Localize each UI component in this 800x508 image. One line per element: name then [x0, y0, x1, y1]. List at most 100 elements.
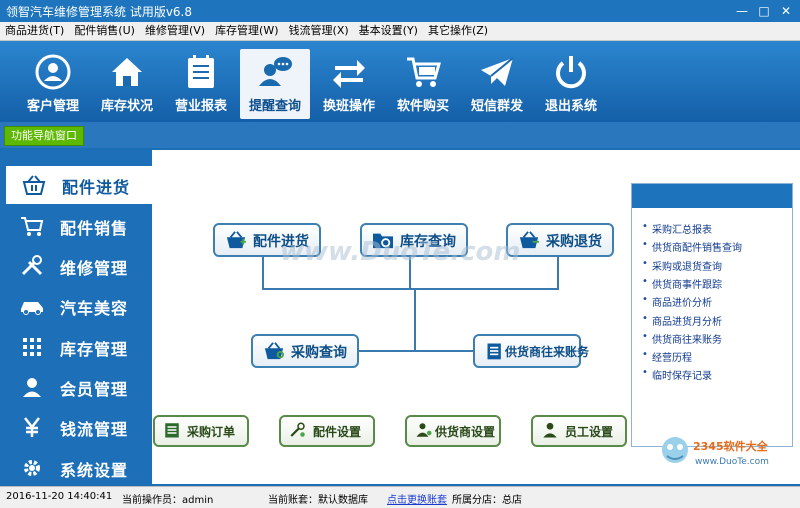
- staff-icon: [543, 422, 557, 438]
- flow-button-label: 采购退货: [546, 234, 602, 250]
- sidebar-item-label: 配件进货: [62, 178, 131, 197]
- menu-item-goods-purchase[interactable]: 商品进货(T): [0, 22, 69, 40]
- gear-icon: [24, 460, 40, 476]
- flow-supplier-account-button[interactable]: 供货商往来账务: [473, 334, 589, 368]
- toolbar-stock-status-button[interactable]: 库存状况: [92, 49, 162, 119]
- sidebar-item-parts-purchase[interactable]: 配件进货: [6, 166, 153, 204]
- svg-text:www.DuoTe.com: www.DuoTe.com: [695, 457, 769, 467]
- toolbar-sms-button[interactable]: 短信群发: [462, 49, 532, 119]
- bottom-button-label: 供货商设置: [435, 425, 496, 439]
- sidebar-item-repair[interactable]: 维修管理: [4, 247, 151, 285]
- sidebar-item-car-beauty[interactable]: 汽车美容: [4, 287, 151, 325]
- sidebar-item-label: 库存管理: [60, 340, 129, 359]
- toolbar-shift-button[interactable]: 换班操作: [314, 49, 384, 119]
- flow-button-label: 供货商往来账务: [505, 345, 590, 359]
- sidebar-item-system-settings[interactable]: 系统设置: [4, 449, 151, 487]
- link-supplier-accounts[interactable]: 供货商往来账务: [642, 331, 722, 346]
- menu-bar: 商品进货(T) 配件销售(U) 维修管理(V) 库存管理(W) 钱流管理(X) 基本设置(…: [0, 22, 800, 41]
- sidebar: 配件进货 配件销售 维修管理 汽车美容 库存管理 会员管理 钱流管理 系统设置: [0, 150, 153, 487]
- link-purchase-price-analysis[interactable]: 商品进价分析: [642, 294, 712, 309]
- grid-icon: [23, 338, 41, 356]
- sidebar-item-inventory[interactable]: 库存管理: [4, 328, 151, 366]
- menu-item-repair[interactable]: 维修管理(V): [140, 22, 210, 40]
- menu-item-settings[interactable]: 基本设置(Y): [354, 22, 423, 40]
- home-icon: [112, 58, 142, 86]
- switch-account-link[interactable]: 点击更换账套: [387, 491, 447, 506]
- link-business-history[interactable]: 经营历程: [642, 349, 692, 364]
- toolbar-label: 营业报表: [174, 99, 227, 114]
- swap-icon: [333, 60, 365, 88]
- menu-item-inventory[interactable]: 库存管理(W): [210, 22, 283, 40]
- toolbar-customer-button[interactable]: 客户管理: [18, 49, 88, 119]
- ledger-icon: [487, 343, 501, 360]
- toolbar-label: 换班操作: [322, 99, 375, 114]
- report-icon: [188, 55, 214, 88]
- link-temp-saved-records[interactable]: 临时保存记录: [642, 367, 712, 382]
- sidebar-item-label: 钱流管理: [60, 420, 129, 439]
- toolbar-report-button[interactable]: 营业报表: [166, 49, 236, 119]
- supplier-settings-button[interactable]: 供货商设置: [405, 415, 501, 447]
- sidebar-item-label: 系统设置: [60, 461, 129, 480]
- mail-icon: [481, 57, 514, 86]
- link-supplier-event-tracking[interactable]: 供货商事件跟踪: [642, 276, 722, 291]
- basket-icon: [226, 231, 246, 249]
- power-icon: [556, 56, 586, 89]
- tools-icon: [21, 255, 43, 276]
- bottom-button-label: 配件设置: [313, 425, 362, 439]
- nav-strip: [0, 122, 800, 148]
- toolbar-label: 客户管理: [26, 99, 79, 114]
- user-icon: [23, 378, 41, 397]
- toolbar-label: 短信群发: [470, 99, 523, 114]
- sidebar-item-members[interactable]: 会员管理: [4, 368, 151, 406]
- link-supplier-parts-sales-query[interactable]: 供货商配件销售查询: [642, 239, 742, 254]
- toolbar-label: 退出系统: [544, 99, 597, 114]
- toolbar-exit-button[interactable]: 退出系统: [536, 49, 606, 119]
- sidebar-item-label: 汽车美容: [60, 299, 129, 318]
- car-icon: [21, 302, 43, 315]
- sidebar-item-cashflow[interactable]: 钱流管理: [4, 408, 151, 446]
- link-monthly-purchase-analysis[interactable]: 商品进货月分析: [642, 313, 722, 328]
- menu-item-cashflow[interactable]: 钱流管理(X): [284, 22, 354, 40]
- link-purchase-summary-report[interactable]: 采购汇总报表: [642, 221, 712, 236]
- sidebar-item-label: 维修管理: [60, 259, 129, 278]
- quick-links-panel: 采购汇总报表 供货商配件销售查询 采购或退货查询 供货商事件跟踪 商品进价分析 …: [631, 183, 793, 447]
- flow-purchase-return-button[interactable]: 采购退货: [506, 223, 614, 257]
- flow-button-label: 采购查询: [291, 345, 347, 361]
- purchase-order-button[interactable]: 采购订单: [153, 415, 249, 447]
- close-button[interactable]: ✕: [776, 2, 796, 20]
- staff-settings-button[interactable]: 员工设置: [531, 415, 627, 447]
- status-bar: 2016-11-20 14:40:41 当前操作员：admin 当前账套：默认数…: [0, 486, 800, 508]
- customer-icon: [35, 54, 71, 90]
- menu-item-parts-sales[interactable]: 配件销售(U): [69, 22, 140, 40]
- reminder-icon: [259, 57, 292, 86]
- function-nav-tab[interactable]: 功能导航窗口: [4, 126, 84, 146]
- toolbar: 客户管理 库存状况 营业报表 提醒查询 换班操作 软件购买 短信群发 退出系统: [0, 41, 800, 122]
- window-title: 领智汽车维修管理系统 试用版v6.8: [6, 5, 193, 19]
- flow-purchase-query-button[interactable]: 采购查询: [251, 334, 359, 368]
- toolbar-buy-software-button[interactable]: 软件购买: [388, 49, 458, 119]
- cart-icon: [21, 217, 44, 236]
- svg-text:2345软件大全: 2345软件大全: [693, 439, 769, 453]
- basket-search-icon: [264, 342, 284, 360]
- parts-settings-button[interactable]: 配件设置: [279, 415, 375, 447]
- link-purchase-return-query[interactable]: 采购或退货查询: [642, 258, 722, 273]
- menu-item-other[interactable]: 其它操作(Z): [423, 22, 493, 40]
- yen-icon: [24, 417, 40, 437]
- sidebar-item-label: 会员管理: [60, 380, 129, 399]
- cart-icon: [407, 57, 441, 87]
- site-logo: 2345软件大全 www.DuoTe.com: [662, 437, 769, 467]
- toolbar-reminder-button[interactable]: 提醒查询: [240, 49, 310, 119]
- title-bar: 领智汽车维修管理系统 试用版v6.8 — □ ✕: [0, 0, 800, 22]
- supplier-icon: [416, 423, 432, 437]
- watermark-text: www.DuoTe.com: [280, 237, 521, 267]
- status-branch: 所属分店：总店: [452, 495, 522, 506]
- quick-links-header: [632, 184, 792, 208]
- bottom-button-label: 员工设置: [565, 425, 614, 439]
- minimize-button[interactable]: —: [732, 2, 752, 20]
- status-datetime: 2016-11-20 14:40:41: [6, 491, 113, 502]
- toolbar-label: 软件购买: [396, 99, 449, 114]
- bottom-button-label: 采购订单: [187, 425, 236, 439]
- sidebar-item-parts-sales[interactable]: 配件销售: [4, 207, 151, 245]
- maximize-button[interactable]: □: [754, 2, 774, 20]
- basket-icon: [22, 175, 46, 195]
